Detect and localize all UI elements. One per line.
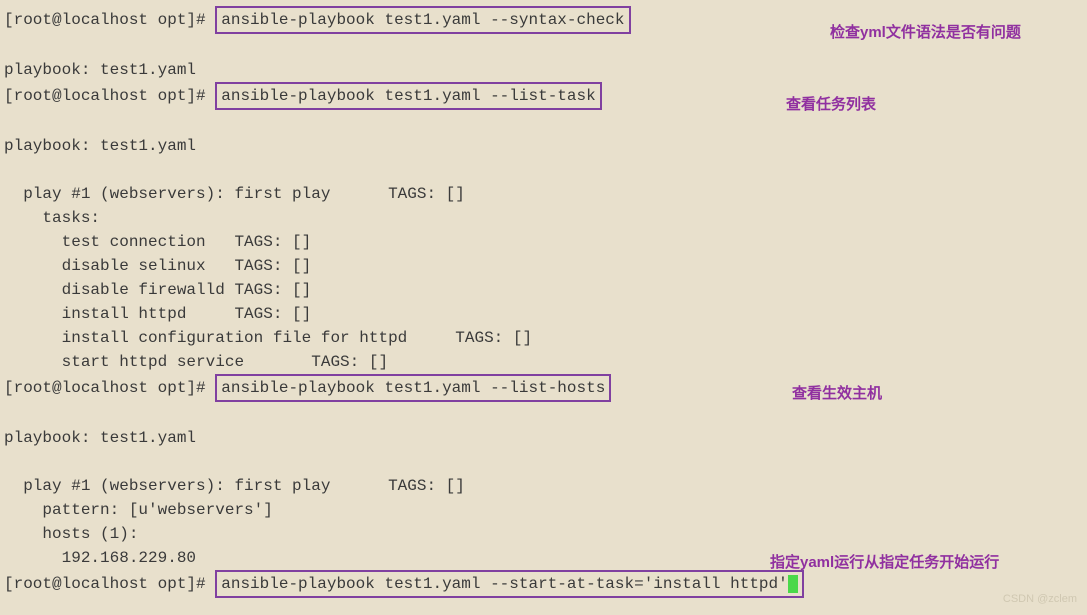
command-line-4[interactable]: [root@localhost opt]# ansible-playbook t… xyxy=(4,570,1083,598)
hosts-pattern: pattern: [u'webservers'] xyxy=(4,498,1083,522)
task-row: install httpd TAGS: [] xyxy=(4,302,1083,326)
command-line-3[interactable]: [root@localhost opt]# ansible-playbook t… xyxy=(4,374,1083,402)
watermark: CSDN @zclem xyxy=(1003,591,1077,608)
start-at-task-command: ansible-playbook test1.yaml --start-at-t… xyxy=(215,570,804,598)
prompt: [root@localhost opt]# xyxy=(4,575,215,593)
list-hosts-command: ansible-playbook test1.yaml --list-hosts xyxy=(215,374,611,402)
play-header-2: play #1 (webservers): first play TAGS: [… xyxy=(4,474,1083,498)
task-row: install configuration file for httpd TAG… xyxy=(4,326,1083,350)
empty-line xyxy=(4,110,1083,134)
prompt: [root@localhost opt]# xyxy=(4,87,215,105)
empty-line xyxy=(4,34,1083,58)
syntax-check-command: ansible-playbook test1.yaml --syntax-che… xyxy=(215,6,630,34)
task-row: disable selinux TAGS: [] xyxy=(4,254,1083,278)
empty-line xyxy=(4,450,1083,474)
task-row: test connection TAGS: [] xyxy=(4,230,1083,254)
play-header-1: play #1 (webservers): first play TAGS: [… xyxy=(4,182,1083,206)
task-row: start httpd service TAGS: [] xyxy=(4,350,1083,374)
prompt: [root@localhost opt]# xyxy=(4,11,215,29)
prompt: [root@localhost opt]# xyxy=(4,379,215,397)
playbook-output-1: playbook: test1.yaml xyxy=(4,58,1083,82)
tasks-label: tasks: xyxy=(4,206,1083,230)
playbook-output-2: playbook: test1.yaml xyxy=(4,134,1083,158)
playbook-output-3: playbook: test1.yaml xyxy=(4,426,1083,450)
host-row: 192.168.229.80 xyxy=(4,546,1083,570)
cursor-icon xyxy=(788,575,798,593)
empty-line xyxy=(4,158,1083,182)
task-row: disable firewalld TAGS: [] xyxy=(4,278,1083,302)
list-task-command: ansible-playbook test1.yaml --list-task xyxy=(215,82,601,110)
empty-line xyxy=(4,402,1083,426)
hosts-count: hosts (1): xyxy=(4,522,1083,546)
command-line-2[interactable]: [root@localhost opt]# ansible-playbook t… xyxy=(4,82,1083,110)
